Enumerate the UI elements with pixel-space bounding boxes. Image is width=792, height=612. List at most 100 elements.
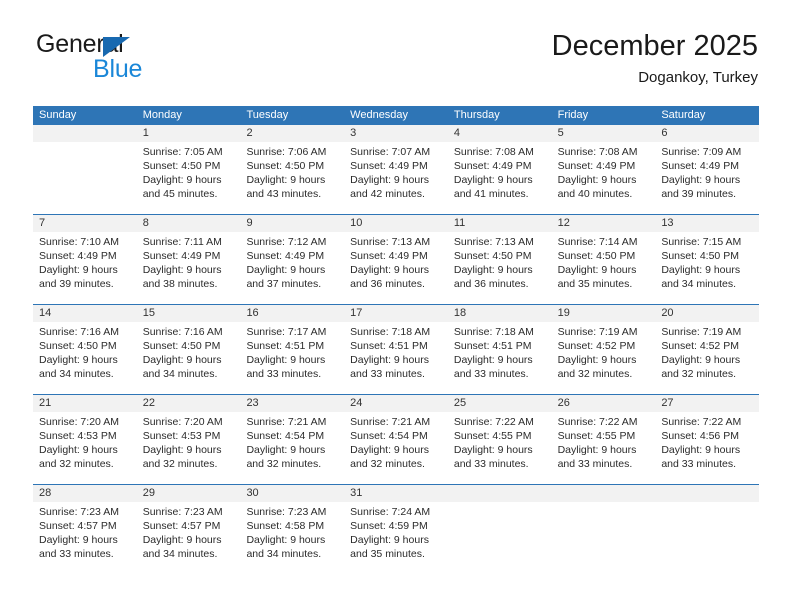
day-number[interactable]: 5 xyxy=(552,125,656,142)
day-cell[interactable]: Sunrise: 7:22 AM Sunset: 4:55 PM Daylight:… xyxy=(448,412,552,484)
sunset-text: Sunset: 4:53 PM xyxy=(39,430,117,442)
daylight-text-line1: Daylight: 9 hours xyxy=(661,354,741,366)
day-cell[interactable]: Sunrise: 7:07 AM Sunset: 4:49 PM Daylight:… xyxy=(344,142,448,214)
day-cell[interactable]: Sunrise: 7:20 AM Sunset: 4:53 PM Daylight:… xyxy=(137,412,241,484)
day-cell[interactable]: Sunrise: 7:08 AM Sunset: 4:49 PM Daylight:… xyxy=(448,142,552,214)
day-number[interactable]: 4 xyxy=(448,125,552,142)
day-number[interactable]: 8 xyxy=(137,215,241,232)
page-subtitle-location: Dogankoy, Turkey xyxy=(638,69,758,86)
sunrise-text: Sunrise: 7:16 AM xyxy=(142,326,223,338)
day-number[interactable]: 3 xyxy=(344,125,448,142)
day-number[interactable]: 14 xyxy=(33,305,137,322)
day-cell[interactable]: Sunrise: 7:24 AM Sunset: 4:59 PM Daylight:… xyxy=(344,502,448,574)
day-cell[interactable]: Sunrise: 7:21 AM Sunset: 4:54 PM Daylight:… xyxy=(344,412,448,484)
sunset-text: Sunset: 4:49 PM xyxy=(350,160,428,172)
sunrise-text: Sunrise: 7:21 AM xyxy=(350,416,431,428)
day-cell[interactable]: Sunrise: 7:11 AM Sunset: 4:49 PM Daylight:… xyxy=(137,232,241,304)
daylight-text-line1: Daylight: 9 hours xyxy=(350,534,429,546)
day-number[interactable]: 15 xyxy=(137,305,241,322)
day-cell[interactable]: Sunrise: 7:17 AM Sunset: 4:51 PM Daylight:… xyxy=(240,322,344,394)
day-cell[interactable]: Sunrise: 7:19 AM Sunset: 4:52 PM Daylight:… xyxy=(552,322,656,394)
title-block: December 2025 Dogankoy, Turkey xyxy=(552,29,758,88)
day-cell[interactable]: Sunrise: 7:16 AM Sunset: 4:50 PM Daylight:… xyxy=(137,322,241,394)
day-cell[interactable]: Sunrise: 7:09 AM Sunset: 4:49 PM Daylight:… xyxy=(655,142,759,214)
day-number[interactable]: 25 xyxy=(448,395,552,412)
calendar-page: General Blue December 2025 Dogankoy, Tur… xyxy=(0,0,792,612)
weekday-header-sunday: Sunday xyxy=(39,109,77,121)
sunrise-text: Sunrise: 7:06 AM xyxy=(246,146,327,158)
day-number[interactable]: 28 xyxy=(33,485,137,502)
daylight-text-line1: Daylight: 9 hours xyxy=(661,174,741,186)
day-cell[interactable]: Sunrise: 7:22 AM Sunset: 4:55 PM Daylight:… xyxy=(552,412,656,484)
day-number[interactable]: 29 xyxy=(137,485,241,502)
daylight-text-line2: and 42 minutes. xyxy=(350,188,425,200)
day-cell[interactable]: Sunrise: 7:19 AM Sunset: 4:52 PM Daylight:… xyxy=(655,322,759,394)
sunset-text: Sunset: 4:50 PM xyxy=(661,250,739,262)
day-cell[interactable]: Sunrise: 7:10 AM Sunset: 4:49 PM Daylight:… xyxy=(33,232,137,304)
day-number[interactable]: 21 xyxy=(33,395,137,412)
day-cell[interactable]: Sunrise: 7:23 AM Sunset: 4:58 PM Daylight:… xyxy=(240,502,344,574)
day-number[interactable]: 19 xyxy=(552,305,656,322)
sunrise-text: Sunrise: 7:18 AM xyxy=(453,326,534,338)
general-blue-logo: General Blue xyxy=(36,30,176,86)
day-cell[interactable]: Sunrise: 7:15 AM Sunset: 4:50 PM Daylight:… xyxy=(655,232,759,304)
day-cell[interactable]: Sunrise: 7:06 AM Sunset: 4:50 PM Daylight:… xyxy=(240,142,344,214)
day-number[interactable]: 31 xyxy=(344,485,448,502)
day-number[interactable]: 30 xyxy=(240,485,344,502)
day-number[interactable]: 26 xyxy=(552,395,656,412)
day-number[interactable]: 12 xyxy=(552,215,656,232)
day-number[interactable]: 10 xyxy=(344,215,448,232)
daylight-text-line2: and 36 minutes. xyxy=(453,278,529,290)
day-cell[interactable]: Sunrise: 7:18 AM Sunset: 4:51 PM Daylight:… xyxy=(448,322,552,394)
day-cell[interactable]: Sunrise: 7:08 AM Sunset: 4:49 PM Daylight:… xyxy=(552,142,656,214)
day-cell[interactable]: Sunrise: 7:05 AM Sunset: 4:50 PM Daylight:… xyxy=(137,142,241,214)
day-number[interactable]: 7 xyxy=(33,215,137,232)
calendar-week-row: 14 15 16 17 18 19 20 Sunrise: 7:16 AM Sunset: 4:… xyxy=(33,304,759,394)
sunrise-text: Sunrise: 7:13 AM xyxy=(453,236,534,248)
day-cell[interactable]: Sunrise: 7:21 AM Sunset: 4:54 PM Daylight:… xyxy=(240,412,344,484)
page-title: December 2025 xyxy=(551,30,758,62)
day-number[interactable]: 20 xyxy=(655,305,759,322)
day-cell[interactable]: Sunrise: 7:22 AM Sunset: 4:56 PM Daylight:… xyxy=(655,412,759,484)
day-cell[interactable]: Sunrise: 7:13 AM Sunset: 4:49 PM Daylight:… xyxy=(344,232,448,304)
day-cell[interactable]: Sunrise: 7:23 AM Sunset: 4:57 PM Daylight:… xyxy=(33,502,137,574)
day-cell[interactable]: Sunrise: 7:18 AM Sunset: 4:51 PM Daylight:… xyxy=(344,322,448,394)
day-cell[interactable]: Sunrise: 7:12 AM Sunset: 4:49 PM Daylight:… xyxy=(240,232,344,304)
daylight-text-line2: and 32 minutes. xyxy=(557,368,633,380)
sunrise-text: Sunrise: 7:23 AM xyxy=(142,506,223,518)
day-cell[interactable]: Sunrise: 7:20 AM Sunset: 4:53 PM Daylight:… xyxy=(33,412,137,484)
day-number[interactable]: 6 xyxy=(655,125,759,142)
sunset-text: Sunset: 4:49 PM xyxy=(39,250,117,262)
sunset-text: Sunset: 4:52 PM xyxy=(661,340,739,352)
sunset-text: Sunset: 4:56 PM xyxy=(661,430,739,442)
sunset-text: Sunset: 4:49 PM xyxy=(453,160,532,172)
sunset-text: Sunset: 4:55 PM xyxy=(453,430,532,442)
day-number[interactable]: 1 xyxy=(137,125,241,142)
daylight-text-line1: Daylight: 9 hours xyxy=(557,444,637,456)
day-cell[interactable]: Sunrise: 7:14 AM Sunset: 4:50 PM Daylight:… xyxy=(552,232,656,304)
day-number[interactable]: 27 xyxy=(655,395,759,412)
sunrise-text: Sunrise: 7:17 AM xyxy=(246,326,327,338)
day-number[interactable]: 22 xyxy=(137,395,241,412)
week-detail-row: Sunrise: 7:16 AM Sunset: 4:50 PM Daylight:… xyxy=(33,322,759,394)
day-number[interactable]: 18 xyxy=(448,305,552,322)
day-number[interactable]: 24 xyxy=(344,395,448,412)
sunset-text: Sunset: 4:49 PM xyxy=(350,250,428,262)
daylight-text-line2: and 32 minutes. xyxy=(142,458,218,470)
daylight-text-line2: and 45 minutes. xyxy=(142,188,218,200)
day-number[interactable]: 9 xyxy=(240,215,344,232)
day-cell[interactable]: Sunrise: 7:13 AM Sunset: 4:50 PM Daylight:… xyxy=(448,232,552,304)
day-number[interactable]: 16 xyxy=(240,305,344,322)
day-cell[interactable]: Sunrise: 7:23 AM Sunset: 4:57 PM Daylight:… xyxy=(137,502,241,574)
day-number[interactable]: 13 xyxy=(655,215,759,232)
logo-triangle-icon xyxy=(103,37,130,57)
day-number[interactable]: 23 xyxy=(240,395,344,412)
week-detail-row: Sunrise: 7:20 AM Sunset: 4:53 PM Daylight:… xyxy=(33,412,759,484)
day-number[interactable]: 2 xyxy=(240,125,344,142)
week-daynumber-row: 21 22 23 24 25 26 27 xyxy=(33,395,759,412)
daylight-text-line2: and 35 minutes. xyxy=(350,548,425,560)
sunset-text: Sunset: 4:54 PM xyxy=(350,430,428,442)
day-number[interactable]: 11 xyxy=(448,215,552,232)
day-number[interactable]: 17 xyxy=(344,305,448,322)
day-cell[interactable]: Sunrise: 7:16 AM Sunset: 4:50 PM Daylight:… xyxy=(33,322,137,394)
